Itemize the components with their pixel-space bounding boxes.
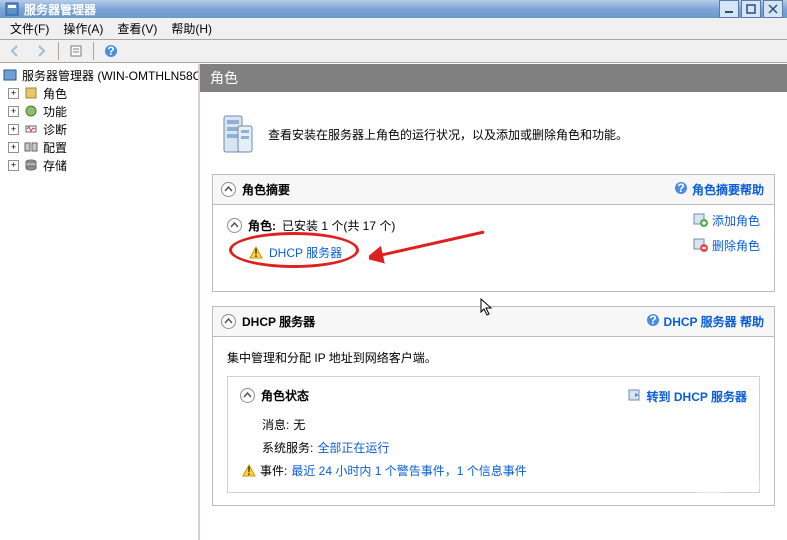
role-summary-title: 角色摘要 bbox=[242, 181, 290, 198]
expand-toggle[interactable]: + bbox=[8, 160, 19, 171]
window-title: 服务器管理器 bbox=[24, 1, 719, 18]
role-summary-help-link[interactable]: 角色摘要帮助 bbox=[692, 181, 764, 198]
menubar: 文件(F) 操作(A) 查看(V) 帮助(H) bbox=[0, 18, 787, 40]
tree-configuration-label: 配置 bbox=[43, 139, 67, 156]
minimize-button[interactable] bbox=[719, 0, 739, 18]
titlebar: 服务器管理器 bbox=[0, 0, 787, 18]
configuration-icon bbox=[23, 139, 39, 155]
properties-button[interactable] bbox=[65, 40, 87, 62]
events-link[interactable]: 最近 24 小时内 1 个警告事件，1 个信息事件 bbox=[291, 460, 526, 483]
tree-configuration[interactable]: + 配置 bbox=[2, 138, 196, 156]
tree-roles-label: 角色 bbox=[43, 85, 67, 102]
close-button[interactable] bbox=[763, 0, 783, 18]
svc-label: 系统服务: bbox=[262, 437, 313, 460]
diagnostics-icon bbox=[23, 121, 39, 137]
remove-role-icon bbox=[692, 236, 708, 255]
menu-file[interactable]: 文件(F) bbox=[4, 18, 55, 39]
server-rack-icon bbox=[218, 112, 256, 156]
intro-text: 查看安装在服务器上角色的运行状况，以及添加或删除角色和功能。 bbox=[268, 126, 628, 143]
svg-text:?: ? bbox=[649, 313, 656, 327]
collapse-button[interactable] bbox=[221, 314, 236, 329]
dhcp-panel-title: DHCP 服务器 bbox=[242, 313, 315, 330]
role-summary-panel: 角色摘要 ? 角色摘要帮助 角色: 已安装 1 个(共 17 个) bbox=[212, 174, 775, 292]
tree-diagnostics[interactable]: + 诊断 bbox=[2, 120, 196, 138]
installed-label: 角色: bbox=[248, 217, 276, 234]
help-icon: ? bbox=[646, 313, 660, 330]
tree-roles[interactable]: + 角色 bbox=[2, 84, 196, 102]
add-role-link[interactable]: 添加角色 bbox=[712, 212, 760, 229]
storage-icon bbox=[23, 157, 39, 173]
msg-value: 无 bbox=[293, 414, 305, 437]
tree-storage-label: 存储 bbox=[43, 157, 67, 174]
toolbar: ? bbox=[0, 40, 787, 63]
content-title: 角色 bbox=[200, 64, 787, 92]
toolbar-separator bbox=[93, 42, 94, 60]
expand-toggle[interactable]: + bbox=[8, 124, 19, 135]
role-status-title: 角色状态 bbox=[261, 387, 309, 404]
expand-toggle[interactable]: + bbox=[8, 88, 19, 99]
server-manager-icon bbox=[2, 67, 18, 83]
collapse-button[interactable] bbox=[240, 388, 255, 403]
roles-icon bbox=[23, 85, 39, 101]
remove-role-link[interactable]: 删除角色 bbox=[712, 237, 760, 254]
maximize-button[interactable] bbox=[741, 0, 761, 18]
collapse-button[interactable] bbox=[227, 218, 242, 233]
expand-toggle[interactable]: + bbox=[8, 106, 19, 117]
tree-diagnostics-label: 诊断 bbox=[43, 121, 67, 138]
menu-view[interactable]: 查看(V) bbox=[111, 18, 163, 39]
watermark: 亿速云 bbox=[689, 469, 779, 500]
svg-text:亿速云: 亿速云 bbox=[727, 477, 763, 492]
dhcp-role-link[interactable]: DHCP 服务器 bbox=[269, 244, 342, 261]
menu-help[interactable]: 帮助(H) bbox=[165, 18, 218, 39]
intro-row: 查看安装在服务器上角色的运行状况，以及添加或删除角色和功能。 bbox=[212, 102, 775, 174]
tree-panel: 服务器管理器 (WIN-OMTHLN58CO + 角色 + 功能 + 诊断 bbox=[0, 64, 200, 540]
help-icon: ? bbox=[674, 181, 688, 198]
add-role-icon bbox=[692, 211, 708, 230]
svg-text:!: ! bbox=[254, 246, 258, 260]
back-button[interactable] bbox=[4, 40, 26, 62]
expand-toggle[interactable]: + bbox=[8, 142, 19, 153]
forward-button[interactable] bbox=[30, 40, 52, 62]
evt-label: 事件: bbox=[260, 460, 287, 483]
server-manager-icon bbox=[4, 1, 20, 17]
goto-icon bbox=[627, 387, 643, 406]
collapse-button[interactable] bbox=[221, 182, 236, 197]
svg-text:?: ? bbox=[677, 181, 684, 195]
goto-dhcp-link[interactable]: 转到 DHCP 服务器 bbox=[647, 388, 747, 405]
installed-count: 已安装 1 个(共 17 个) bbox=[282, 217, 395, 234]
toolbar-separator bbox=[58, 42, 59, 60]
tree-root[interactable]: 服务器管理器 (WIN-OMTHLN58CO bbox=[2, 66, 196, 84]
tree-features-label: 功能 bbox=[43, 103, 67, 120]
features-icon bbox=[23, 103, 39, 119]
tree-root-label: 服务器管理器 (WIN-OMTHLN58CO bbox=[22, 67, 200, 84]
tree-storage[interactable]: + 存储 bbox=[2, 156, 196, 174]
svg-text:?: ? bbox=[107, 44, 114, 58]
svc-status-link[interactable]: 全部正在运行 bbox=[317, 437, 389, 460]
warning-icon: ! bbox=[249, 246, 263, 260]
svg-text:!: ! bbox=[247, 464, 251, 478]
dhcp-description: 集中管理和分配 IP 地址到网络客户端。 bbox=[227, 349, 760, 366]
msg-label: 消息: bbox=[262, 414, 289, 437]
tree-features[interactable]: + 功能 bbox=[2, 102, 196, 120]
help-button[interactable]: ? bbox=[100, 40, 122, 62]
warning-icon: ! bbox=[242, 463, 256, 477]
menu-action[interactable]: 操作(A) bbox=[57, 18, 109, 39]
dhcp-help-link[interactable]: DHCP 服务器 帮助 bbox=[664, 313, 764, 330]
